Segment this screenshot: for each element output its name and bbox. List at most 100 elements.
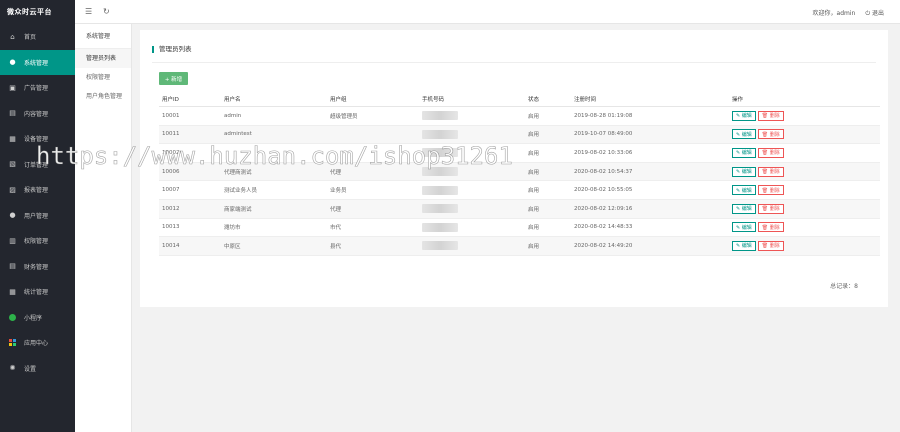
table-cell (419, 129, 525, 139)
table-cell: 10001 (162, 112, 180, 119)
row-actions: ✎ 编辑 🗑 删除 (729, 110, 880, 121)
delete-button[interactable]: 🗑 删除 (757, 240, 784, 251)
sidebar-item-label: 应用中心 (24, 340, 49, 348)
edit-button[interactable]: ✎ 编辑 (732, 185, 756, 196)
edit-button[interactable]: ✎ 编辑 (732, 147, 756, 158)
table-header: 用户ID 用户名 用户组 手机号码 状态 注册时间 操作 (159, 92, 880, 107)
redacted-phone (422, 204, 458, 214)
table-cell: 代理商测试 (224, 169, 252, 176)
col-header: 操作 (732, 97, 744, 103)
sidebar-item-label: 设置 (24, 365, 37, 373)
row-actions: ✎ 编辑 🗑 删除 (729, 185, 880, 196)
sidebar-item-label: 内容管理 (24, 110, 49, 118)
delete-button[interactable]: 🗑 删除 (757, 110, 784, 121)
delete-button[interactable]: 🗑 删除 (757, 185, 784, 196)
edit-button[interactable]: ✎ 编辑 (732, 110, 756, 121)
row-actions: ✎ 编辑 🗑 删除 (729, 147, 880, 158)
edit-button[interactable]: ✎ 编辑 (732, 240, 756, 251)
sidebar-item-gear[interactable]: ✺ 设置 (0, 356, 75, 382)
table-cell: 10013 (162, 224, 180, 231)
table-cell: 2019-08-28 01:19:08 (574, 112, 633, 119)
content-icon: ▤ (9, 109, 16, 118)
delete-button[interactable]: 🗑 删除 (757, 203, 784, 214)
redacted-phone (422, 167, 458, 177)
sidebar-item-order[interactable]: ▧ 订单管理 (0, 152, 75, 178)
sidebar-item-stats[interactable]: ▦ 统计管理 (0, 279, 75, 305)
edit-button[interactable]: ✎ 编辑 (732, 129, 756, 140)
sidebar-item-label: 设备管理 (24, 136, 49, 144)
admin-list-card: 管理员列表 + 新增 用户ID 用户名 用户组 手机号码 状态 注册时间 操作 … (140, 30, 888, 307)
users-icon: ● (9, 211, 16, 220)
sidebar-item-label: 广告管理 (24, 85, 49, 93)
table-cell: 代理 (330, 206, 342, 213)
menu-toggle-icon[interactable]: ☰ (85, 7, 92, 17)
table-cell: 10012 (162, 205, 180, 212)
sidebar-item-report[interactable]: ▨ 报表管理 (0, 177, 75, 203)
add-admin-button[interactable]: + 新增 (159, 72, 188, 85)
table-cell: 启用 (528, 188, 540, 195)
table-cell: 2020-08-02 14:48:33 (574, 224, 633, 231)
table-cell: 启用 (528, 169, 540, 176)
table-cell (419, 204, 525, 214)
table-cell: 10007 (162, 187, 180, 194)
delete-button[interactable]: 🗑 删除 (757, 129, 784, 140)
table-row: 10006 代理商测试 代理 启用 2020-08-02 10:54:37 ✎ 编辑 🗑 删… (159, 162, 880, 182)
table-row: 10012 商家端测试 代理 启用 2020-08-02 12:09:16 ✎ 编辑 🗑 删… (159, 199, 880, 219)
sidebar-item-label: 统计管理 (24, 289, 49, 297)
miniapp-icon (8, 313, 17, 322)
apps-icon (8, 338, 17, 347)
table-cell: 县代 (330, 243, 342, 250)
logout-button[interactable]: ⏻ 退出 (865, 8, 884, 18)
table-cell (419, 222, 525, 232)
sidebar-item-label: 系统管理 (24, 59, 49, 67)
table-cell: 10011 (162, 131, 180, 138)
table-cell: 启用 (528, 206, 540, 213)
delete-button[interactable]: 🗑 删除 (757, 166, 784, 177)
sidebar-item-miniapp[interactable]: 小程序 (0, 305, 75, 331)
table-cell: 2020-08-02 12:09:16 (574, 205, 633, 212)
gear-icon: ✺ (9, 364, 16, 373)
col-header: 用户名 (224, 97, 241, 103)
welcome-user[interactable]: 欢迎你，admin (813, 8, 856, 18)
sidebar-item-content[interactable]: ▤ 内容管理 (0, 101, 75, 127)
table-row: 10014 中原区 县代 启用 2020-08-02 14:49:20 ✎ 编辑 🗑 删除 (159, 237, 880, 256)
submenu-item-admins[interactable]: 管理员列表 (75, 49, 131, 68)
sidebar-item-ad[interactable]: ▣ 广告管理 (0, 75, 75, 101)
col-header: 用户组 (330, 97, 347, 103)
row-actions: ✎ 编辑 🗑 删除 (729, 129, 880, 140)
order-icon: ▧ (9, 160, 16, 169)
sidebar-item-finance[interactable]: ▤ 财务管理 (0, 254, 75, 280)
table-cell: 中原区 (224, 243, 241, 250)
sidebar-item-label: 权限管理 (24, 238, 49, 246)
sidebar-item-users[interactable]: ● 用户管理 (0, 203, 75, 229)
edit-button[interactable]: ✎ 编辑 (732, 203, 756, 214)
finance-icon: ▤ (9, 262, 16, 271)
sidebar: 微众时云平台 ⌂ 首页 ● 系统管理 ▣ 广告管理 ▤ 内容管理 ▦ 设备管理 ▧ 订单管理 ▨ 报表管理… (0, 0, 75, 432)
sidebar-item-label: 用户管理 (24, 212, 49, 220)
submenu-item-permissions[interactable]: 权限管理 (75, 68, 131, 87)
submenu: 系统管理 管理员列表 权限管理 用户角色管理 (75, 24, 132, 432)
sidebar-item-permission[interactable]: ▥ 权限管理 (0, 228, 75, 254)
sidebar-item-user[interactable]: ● 系统管理 (0, 49, 75, 75)
redacted-phone (422, 129, 458, 139)
delete-button[interactable]: 🗑 删除 (757, 222, 784, 233)
table-cell: 启用 (528, 243, 540, 250)
table-cell: 启用 (528, 113, 540, 120)
col-header: 注册时间 (574, 97, 597, 103)
sidebar-item-device[interactable]: ▦ 设备管理 (0, 126, 75, 152)
table-cell: 超级管理员 (330, 113, 358, 120)
sidebar-item-apps[interactable]: 应用中心 (0, 330, 75, 356)
table-cell: 启用 (528, 225, 540, 232)
refresh-icon[interactable]: ↻ (103, 7, 110, 17)
edit-button[interactable]: ✎ 编辑 (732, 222, 756, 233)
sidebar-item-home[interactable]: ⌂ 首页 (0, 24, 75, 50)
edit-button[interactable]: ✎ 编辑 (732, 166, 756, 177)
sidebar-item-label: 订单管理 (24, 161, 49, 169)
submenu-item-roles[interactable]: 用户角色管理 (75, 87, 131, 106)
table-cell: 启用 (528, 150, 540, 157)
row-actions: ✎ 编辑 🗑 删除 (729, 166, 880, 177)
redacted-phone (422, 148, 458, 158)
table-cell (419, 167, 525, 177)
delete-button[interactable]: 🗑 删除 (757, 147, 784, 158)
stats-icon: ▦ (9, 287, 16, 296)
